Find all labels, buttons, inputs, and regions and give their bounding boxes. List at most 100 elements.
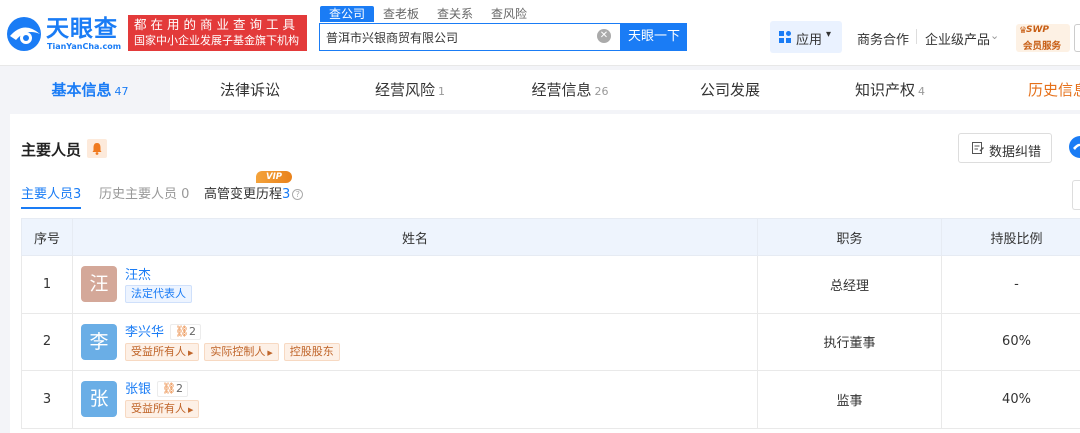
search-type-tabs: 查公司 查老板 查关系 查风险 <box>320 6 536 22</box>
help-icon[interactable]: ? <box>292 189 304 200</box>
person-name-link: 李兴华 ⛓2 <box>125 321 201 340</box>
tab-basic-info[interactable]: 基本信息 47 <box>10 70 170 110</box>
promo-banner[interactable]: 都在用的商业查询工具 国家中小企业发展子基金旗下机构 <box>128 15 307 51</box>
role-tags: 法定代表人 <box>125 285 197 303</box>
relation-icon: ⛓ <box>162 382 176 395</box>
caret-right-icon: ▶ <box>188 406 194 414</box>
caret-right-icon: ▶ <box>267 348 273 357</box>
tab-label: 经营信息 <box>531 81 592 99</box>
edit-doc-icon <box>972 142 984 154</box>
relation-count-badge[interactable]: ⛓2 <box>170 323 201 340</box>
nav-divider <box>916 29 917 44</box>
avatar[interactable]: 李 <box>81 323 117 360</box>
search-tab-company[interactable]: 查公司 <box>320 6 375 22</box>
person-name[interactable]: 李兴华 <box>125 325 164 340</box>
search-tab-relation[interactable]: 查关系 <box>428 6 482 22</box>
tab-operation-info[interactable]: 经营信息 26 <box>490 70 650 110</box>
apps-menu-button[interactable]: 应用 ▾ <box>770 21 842 53</box>
table-row: 1 汪 汪杰 法定代表人 总经理 - <box>21 255 1080 314</box>
promo-line-1: 都在用的商业查询工具 <box>134 17 300 32</box>
tab-count: 1 <box>438 85 445 98</box>
subtab-label: 高管变更历程 <box>204 187 283 202</box>
promo-line-2: 国家中小企业发展子基金旗下机构 <box>134 34 299 47</box>
member-service-label: 会员服务 <box>1023 41 1062 52</box>
search-button[interactable]: 天眼一下 <box>621 23 687 51</box>
role-tags: 受益所有人 ▶ 实际控制人 ▶ 控股股东 <box>125 342 345 361</box>
tianyancha-logo[interactable]: 天眼查 TianYanCha.com <box>6 14 124 54</box>
tab-operational-risk[interactable]: 经营风险 1 <box>330 70 490 110</box>
member-service-button[interactable]: ♛ SWP 会员服务 <box>1016 24 1070 52</box>
avatar[interactable]: 张 <box>81 381 117 417</box>
vip-badge: VIP <box>256 171 292 183</box>
subtab-current-personnel[interactable]: 主要人员3 <box>21 183 81 202</box>
tab-label: 历史信息 <box>1028 81 1080 99</box>
position-cell: 执行董事 <box>757 312 942 371</box>
share-cell: 60% <box>941 312 1080 371</box>
share-cell: - <box>941 255 1080 314</box>
subtab-label: 历史主要人员 <box>99 187 178 202</box>
table-row: 3 张 张银 ⛓2 受益所有人 ▶ 监事 40% <box>21 370 1080 429</box>
nav-enterprise-products[interactable]: 企业级产品 <box>925 29 990 48</box>
tag-label: 受益所有人 <box>131 344 186 358</box>
subtab-label: 主要人员 <box>21 187 74 202</box>
tab-legal[interactable]: 法律诉讼 <box>170 70 330 110</box>
row-index: 3 <box>21 370 73 429</box>
row-index: 1 <box>21 255 73 314</box>
logo-text: 天眼查 <box>46 16 118 42</box>
user-box[interactable] <box>1074 24 1080 52</box>
assistant-icon[interactable] <box>1067 136 1080 158</box>
tab-count: 26 <box>594 85 609 98</box>
subtab-count: 0 <box>181 187 190 202</box>
data-correction-button[interactable]: 数据纠错 <box>958 133 1052 163</box>
relation-icon: ⛓ <box>175 324 189 338</box>
col-header-shareholding[interactable]: 持股比例 <box>941 218 1080 256</box>
clear-icon[interactable]: ✕ <box>597 29 611 43</box>
apps-label: 应用 <box>796 33 823 48</box>
tab-count: 4 <box>918 85 925 98</box>
tag-beneficial-owner[interactable]: 受益所有人 ▶ <box>125 400 200 418</box>
subtab-executive-changes[interactable]: 高管变更历程3? <box>204 183 304 202</box>
logo-domain: TianYanCha.com <box>47 42 122 51</box>
caret-right-icon: ▶ <box>188 348 194 357</box>
relation-count: 2 <box>188 324 196 338</box>
search-input[interactable] <box>326 27 596 47</box>
tab-history[interactable]: 历史信息 <box>970 70 1080 110</box>
col-header-index: 序号 <box>21 218 73 256</box>
name-cell: 李 李兴华 ⛓2 受益所有人 ▶ 实际控制人 ▶ 控股股东 <box>72 312 758 371</box>
key-personnel-card: 主要人员 数据纠错 主要人员3 历史主要人员 0 VIP 高管变更历程3? 序号 <box>10 114 1080 433</box>
top-header: 天眼查 TianYanCha.com 都在用的商业查询工具 国家中小企业发展子基… <box>0 0 1080 66</box>
search-box: ✕ <box>319 23 621 51</box>
personnel-table: 序号 姓名 职务 持股比例 1 汪 汪杰 法定代表人 总经理 - 2 李 李兴华… <box>21 218 1080 429</box>
relation-count-badge[interactable]: ⛓2 <box>157 381 188 397</box>
person-name-link[interactable]: 汪杰 <box>125 264 151 283</box>
tab-ip[interactable]: 知识产权 4 <box>810 70 970 110</box>
share-cell: 40% <box>941 370 1080 429</box>
nav-business-cooperation[interactable]: 商务合作 <box>857 29 909 48</box>
data-correction-label: 数据纠错 <box>989 145 1042 160</box>
subtab-history-personnel[interactable]: 历史主要人员 0 <box>99 183 189 202</box>
grid-icon <box>779 31 791 43</box>
tag-actual-controller[interactable]: 实际控制人 ▶ <box>204 342 279 361</box>
tag-label: 实际控制人 <box>210 344 266 358</box>
tab-development[interactable]: 公司发展 <box>650 70 810 110</box>
search-tab-boss[interactable]: 查老板 <box>374 6 428 22</box>
name-cell: 汪 汪杰 法定代表人 <box>72 255 758 314</box>
tag-beneficial-owner[interactable]: 受益所有人 ▶ <box>125 342 200 361</box>
person-name[interactable]: 张银 <box>125 382 151 397</box>
row-index: 2 <box>21 312 73 371</box>
tag-label: 受益所有人 <box>131 402 186 415</box>
subtab-underline <box>21 207 81 209</box>
subtab-count: 3 <box>282 187 291 202</box>
name-cell: 张 张银 ⛓2 受益所有人 ▶ <box>72 370 758 429</box>
position-cell: 监事 <box>757 370 942 429</box>
tag-controlling-shareholder: 控股股东 <box>283 342 340 361</box>
tab-label: 经营风险 <box>374 81 435 99</box>
chevron-down-icon: ⌄ <box>990 29 1000 42</box>
filter-box-edge[interactable] <box>1072 180 1080 210</box>
search-tab-risk[interactable]: 查风险 <box>482 6 536 22</box>
avatar[interactable]: 汪 <box>81 266 117 302</box>
tab-label: 公司发展 <box>699 81 760 99</box>
member-swp-label: SWP <box>1026 25 1050 35</box>
bell-icon[interactable] <box>87 139 107 158</box>
table-header-row: 序号 姓名 职务 持股比例 <box>21 218 1080 256</box>
